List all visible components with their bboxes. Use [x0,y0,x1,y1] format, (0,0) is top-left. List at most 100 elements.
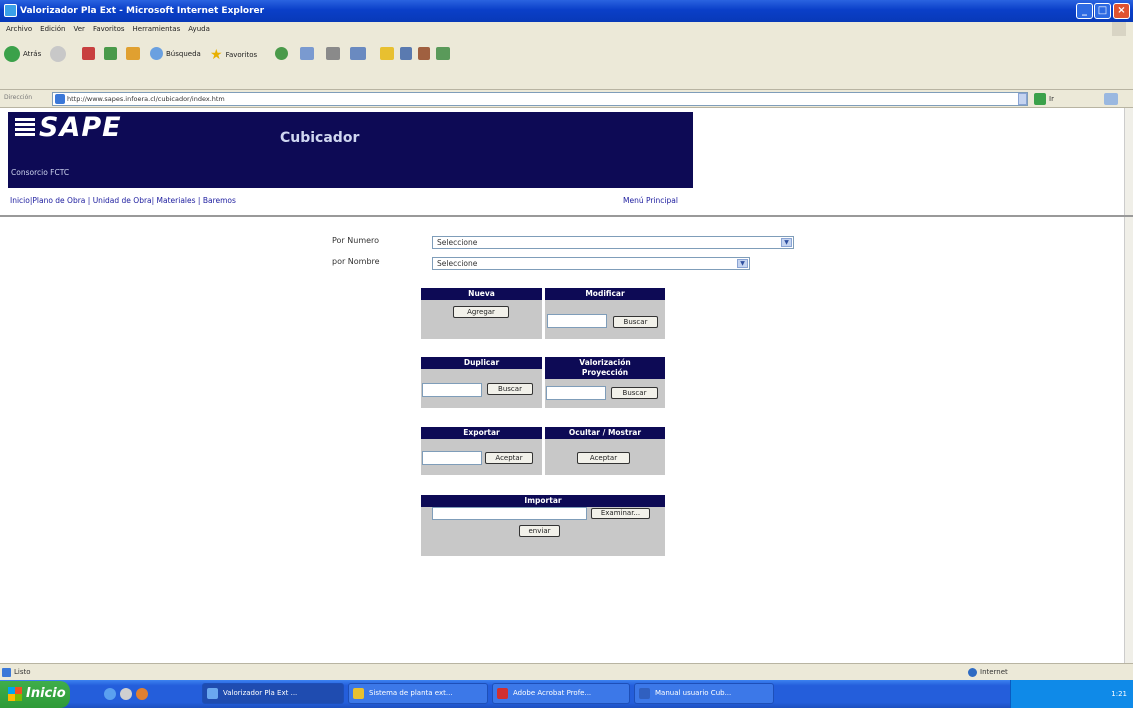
nav-links[interactable]: Inicio|Plano de Obra | Unidad de Obra| M… [10,196,236,205]
por-numero-select[interactable]: Seleccione ▼ [432,236,794,249]
folder-icon[interactable] [380,47,394,60]
sape-logo: SAPE [15,112,122,143]
maximize-button[interactable]: □ [1094,3,1111,19]
research-icon[interactable] [418,47,430,60]
duplicar-buscar-button[interactable]: Buscar [487,383,533,395]
task-sistema[interactable]: Sistema de planta ext... [348,683,488,704]
modificar-input[interactable] [547,314,607,328]
task-acrobat[interactable]: Adobe Acrobat Profe... [492,683,630,704]
ie-icon [207,688,218,699]
menu-bar: Archivo Edición Ver Favoritos Herramient… [0,22,1133,36]
acrobat-icon [497,688,508,699]
menu-favoritos[interactable]: Favoritos [93,25,125,33]
valorizacion-title: Valorización Proyección [545,357,665,379]
nueva-title: Nueva [421,288,542,300]
start-button[interactable]: Inicio [0,681,70,708]
valorizacion-title-line1: Valorización [579,358,631,367]
menu-archivo[interactable]: Archivo [6,25,32,33]
page-title: Cubicador [280,130,360,146]
exportar-title: Exportar [421,427,542,439]
task-valorizador[interactable]: Valorizador Pla Ext ... [202,683,344,704]
toolbar: Atrás Búsqueda ★ Favoritos [0,36,1133,90]
go-button[interactable]: Ir [1034,93,1054,105]
star-icon: ★ [210,47,223,63]
address-url: http://www.sapes.infoera.cl/cubicador/in… [67,95,225,103]
search-button[interactable]: Búsqueda [150,47,201,60]
por-nombre-select[interactable]: Seleccione ▼ [432,257,750,270]
status-text: Listo [2,668,31,677]
folder-icon [353,688,364,699]
examinar-button[interactable]: Examinar... [591,508,650,519]
exportar-input[interactable] [422,451,482,465]
modificar-buscar-button[interactable]: Buscar [613,316,658,328]
word-icon [639,688,650,699]
por-nombre-value: Seleccione [437,259,478,268]
task-manual[interactable]: Manual usuario Cub... [634,683,774,704]
address-label: Dirección [4,94,33,101]
address-bar: Dirección http://www.sapes.infoera.cl/cu… [0,90,1133,108]
back-label: Atrás [23,50,42,58]
task-label: Adobe Acrobat Profe... [513,689,592,697]
ie-quicklaunch-icon[interactable] [104,688,116,700]
back-button[interactable]: Atrás [4,46,41,62]
close-button[interactable]: × [1113,3,1130,19]
menu-principal-link[interactable]: Menú Principal [623,196,678,205]
window-title: Valorizador Pla Ext - Microsoft Internet… [20,6,265,16]
enviar-button[interactable]: enviar [519,525,560,537]
home-icon[interactable] [126,47,140,60]
messenger-icon[interactable] [400,47,412,60]
system-tray: 1:21 [1010,680,1133,708]
address-dropdown-icon[interactable] [1018,93,1027,105]
status-bar: Listo Internet [0,663,1133,680]
exportar-panel: Exportar Aceptar [421,427,542,475]
print-icon[interactable] [326,47,340,60]
favorites-label: Favoritos [225,51,258,59]
windows-logo-icon [1112,22,1126,36]
tools-icon[interactable] [436,47,450,60]
media-quicklaunch-icon[interactable] [136,688,148,700]
menu-herramientas[interactable]: Herramientas [133,25,181,33]
menu-edicion[interactable]: Edición [40,25,65,33]
ocultar-title: Ocultar / Mostrar [545,427,665,439]
vertical-scrollbar[interactable] [1124,108,1133,663]
taskbar: Inicio Valorizador Pla Ext ... Sistema d… [0,680,1133,708]
minimize-button[interactable]: _ [1076,3,1093,19]
back-arrow-icon [4,46,20,62]
exportar-aceptar-button[interactable]: Aceptar [485,452,533,464]
favorites-button[interactable]: ★ Favoritos [210,47,257,63]
desktop-quicklaunch-icon[interactable] [120,688,132,700]
history-icon[interactable] [275,47,288,60]
task-label: Manual usuario Cub... [655,689,732,697]
clock: 1:21 [1111,690,1127,698]
org-name: Consorcio FCTC [11,168,70,177]
search-icon [150,47,163,60]
modificar-title: Modificar [545,288,665,300]
links-icon[interactable] [1104,93,1118,105]
forward-arrow-icon[interactable] [50,46,66,62]
modificar-panel: Modificar Buscar [545,288,665,339]
menu-ver[interactable]: Ver [74,25,85,33]
sape-logo-text: SAPE [39,112,122,143]
zone-indicator: Internet [968,668,1008,677]
sape-logo-mark-icon [15,117,35,138]
zone-label: Internet [980,668,1008,676]
valorizacion-input[interactable] [546,386,606,400]
page-icon [55,94,65,104]
ocultar-aceptar-button[interactable]: Aceptar [577,452,630,464]
edit-icon[interactable] [350,47,366,60]
go-label: Ir [1049,95,1054,103]
duplicar-input[interactable] [422,383,482,397]
refresh-icon[interactable] [104,47,117,60]
address-input[interactable]: http://www.sapes.infoera.cl/cubicador/in… [52,92,1028,106]
stop-icon[interactable] [82,47,95,60]
menu-ayuda[interactable]: Ayuda [188,25,210,33]
agregar-button[interactable]: Agregar [453,306,509,318]
importar-file-input[interactable] [432,507,587,520]
importar-panel: Importar Examinar... enviar [421,495,665,556]
valorizacion-buscar-button[interactable]: Buscar [611,387,658,399]
por-nombre-label: por Nombre [332,257,380,266]
title-bar: Valorizador Pla Ext - Microsoft Internet… [0,0,1133,22]
chevron-down-icon: ▼ [781,238,792,247]
globe-icon [968,668,977,677]
mail-icon[interactable] [300,47,314,60]
